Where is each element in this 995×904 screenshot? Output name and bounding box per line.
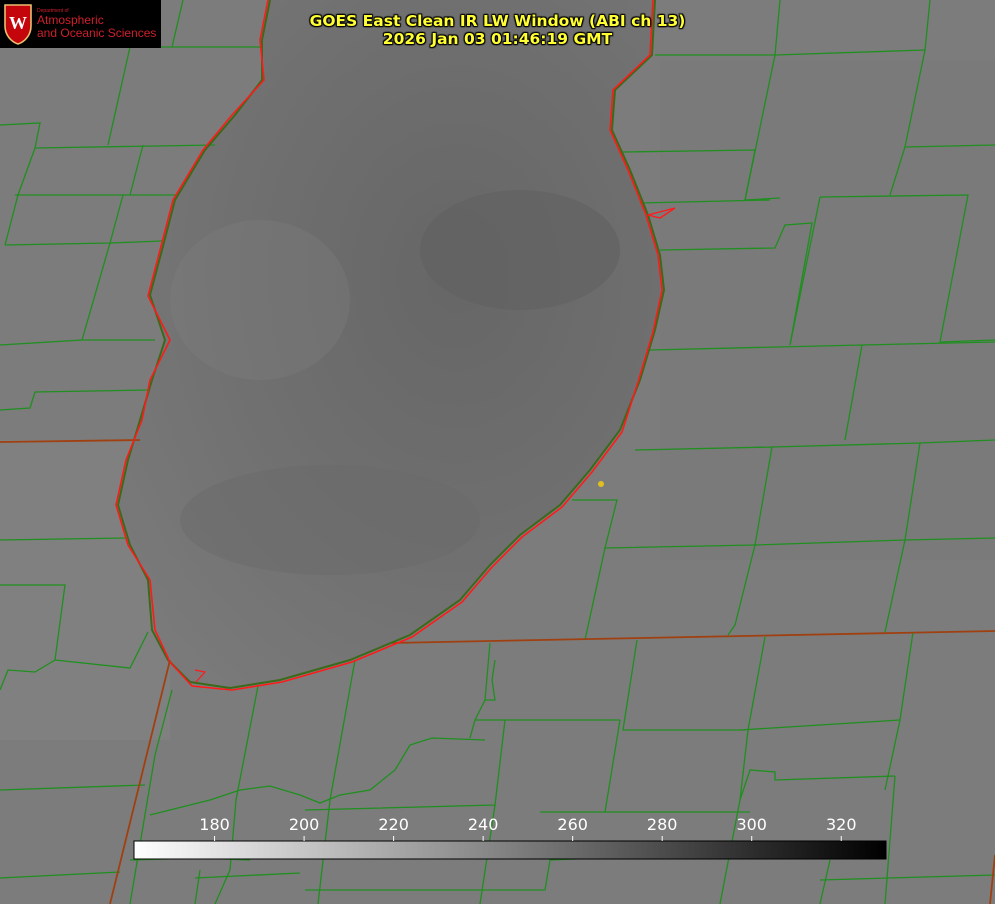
ir-imagery-map: 180 200 220 240 260 280 300 320: [0, 0, 995, 904]
cloud-band: [420, 190, 620, 310]
cloud-band: [170, 220, 350, 380]
colorbar-tick-label: 220: [378, 815, 409, 834]
colorbar-tick-label: 320: [826, 815, 857, 834]
colorbar-tick-label: 260: [557, 815, 588, 834]
land-tone-east: [660, 60, 995, 560]
colorbar-tick-label: 280: [647, 815, 678, 834]
image-timestamp: 2026 Jan 03 01:46:19 GMT: [382, 30, 613, 48]
colorbar-tick-label: 180: [199, 815, 230, 834]
image-title: GOES East Clean IR LW Window (ABI ch 13): [309, 12, 686, 30]
cloud-band: [180, 465, 480, 575]
colorbar-tick-label: 240: [468, 815, 499, 834]
colorbar-tick-label: 200: [289, 815, 320, 834]
satellite-view: 180 200 220 240 260 280 300 320 W Department of…: [0, 0, 995, 904]
colorbar-tick-label: 300: [736, 815, 767, 834]
colorbar-gradient: [133, 840, 887, 860]
location-marker: [598, 481, 604, 487]
